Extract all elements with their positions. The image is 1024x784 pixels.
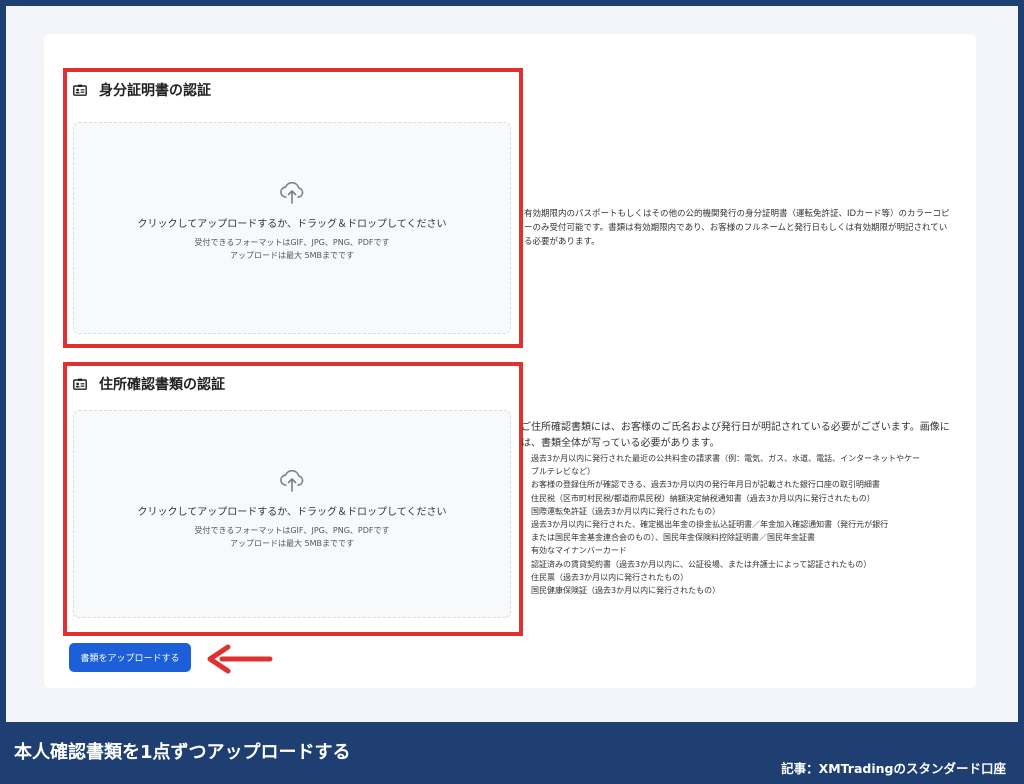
description-line: ーのみ受付可能です。書類は有効期限内であり、お客様のフルネームと発行日もしくは有… xyxy=(524,223,948,233)
cloud-upload-icon xyxy=(280,469,304,492)
section-title: 身分証明書の認証 xyxy=(99,83,211,99)
list-item: ブルテレビなど） xyxy=(531,467,595,477)
list-item: 住民票（過去3か月以内に発行されたもの） xyxy=(531,572,689,582)
upload-documents-button[interactable]: 書類をアップロードする xyxy=(69,643,191,672)
address-document-dropzone[interactable]: クリックしてアップロードするか、ドラッグ＆ドロップしてください 受付できるフォー… xyxy=(73,410,511,618)
id-card-icon xyxy=(73,378,87,390)
list-item: 認証済みの賃貸契約書（過去3か月以内に、公証役場、または弁護士によって認証された… xyxy=(531,559,872,569)
section-title: 住所確認書類の認証 xyxy=(99,377,225,393)
cloud-upload-icon xyxy=(280,181,304,204)
list-item: 国民健康保険証（過去3か月以内に発行されたもの） xyxy=(531,586,721,596)
list-item: または国民年金基金連合会のもの）、国民年金保険料控除証明書／国民年金証書 xyxy=(531,533,815,543)
id-verification-description: 有効期限内のパスポートもしくはその他の公的機関発行の身分証明書（運転免許証、ID… xyxy=(524,207,974,249)
id-document-dropzone[interactable]: クリックしてアップロードするか、ドラッグ＆ドロップしてください 受付できるフォー… xyxy=(73,122,511,334)
list-item: 住民税（区市町村民税/都道府県民税）納額決定納税通知書（過去3か月以内に発行され… xyxy=(531,493,875,503)
dropzone-size-note: アップロードは最大 5MBまでです xyxy=(229,539,355,548)
dropzone-size-note: アップロードは最大 5MBまでです xyxy=(229,251,355,260)
address-verification-section: 住所確認書類の認証 クリックしてアップロードするか、ドラッグ＆ドロップしてくださ… xyxy=(63,362,523,636)
list-item: 過去3か月以内に発行された最近の公共料金の請求書（例：電気、ガス、水道、電話、イ… xyxy=(531,454,921,463)
list-item: お客様の登録住所が確認できる、過去3か月以内の発行年月日が記載された銀行口座の取… xyxy=(531,480,880,490)
id-verification-section: 身分証明書の認証 クリックしてアップロードするか、ドラッグ＆ドロップしてください… xyxy=(63,68,523,348)
dropzone-format-note: 受付できるフォーマットはGIF、JPG、PNG、PDFです xyxy=(194,526,390,535)
description-line: る必要があります。 xyxy=(524,237,600,247)
dropzone-instruction: クリックしてアップロードするか、ドラッグ＆ドロップしてください xyxy=(137,219,447,230)
description-line: ご住所確認書類には、お客様のご氏名および発行日が明記されている必要がございます。… xyxy=(521,422,950,433)
description-line: 有効期限内のパスポートもしくはその他の公的機関発行の身分証明書（運転免許証、ID… xyxy=(524,209,950,219)
footer-article-link[interactable]: 記事：XMTradingのスタンダード口座 xyxy=(781,758,1006,777)
accepted-documents-list: 過去3か月以内に発行された最近の公共料金の請求書（例：電気、ガス、水道、電話、イ… xyxy=(531,452,971,597)
list-item: 国際運転免許証（過去3か月以内に発行されたもの） xyxy=(531,506,721,516)
footer-caption: 本人確認書類を1点ずつアップロードする xyxy=(14,742,351,763)
list-item: 有効なマイナンバーカード xyxy=(531,546,627,556)
id-card-icon xyxy=(73,84,87,96)
id-verification-header: 身分証明書の認証 xyxy=(73,80,211,100)
dropzone-format-note: 受付できるフォーマットはGIF、JPG、PNG、PDFです xyxy=(194,238,390,247)
address-verification-header: 住所確認書類の認証 xyxy=(73,374,225,394)
dropzone-instruction: クリックしてアップロードするか、ドラッグ＆ドロップしてください xyxy=(137,507,447,518)
address-verification-description: ご住所確認書類には、お客様のご氏名および発行日が明記されている必要がございます。… xyxy=(521,420,973,452)
arrow-left-icon xyxy=(207,644,273,674)
description-line: は、書類全体が写っている必要があります。 xyxy=(521,438,720,449)
list-item: 過去3か月以内に発行された、確定拠出年金の掛金払込証明書／年金加入確認通知書（発… xyxy=(531,520,889,530)
